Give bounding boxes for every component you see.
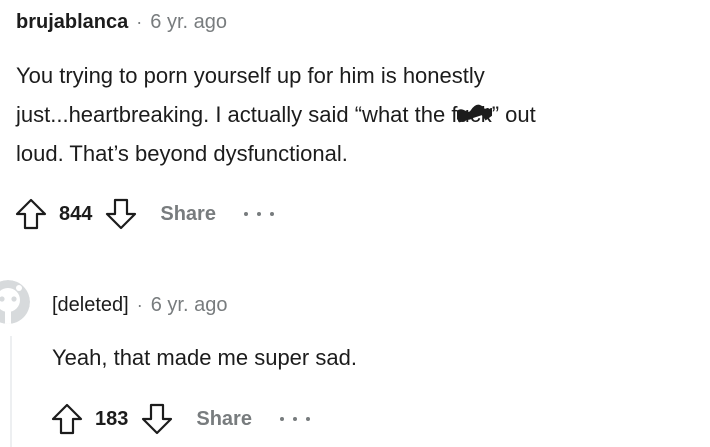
comment-action-bar: 844 Share [12,194,274,234]
comment-header: [deleted] · 6 yr. ago [52,291,227,319]
comment-action-bar: 183 Share [48,399,310,439]
more-options-icon [279,417,284,421]
more-options-button[interactable] [279,409,310,429]
redacted-word: uck [457,102,492,127]
downvote-button[interactable] [102,195,140,233]
share-button[interactable]: Share [160,203,216,226]
comment-thread: brujablanca · 6 yr. ago You trying to po… [0,0,710,447]
upvote-arrow-icon [51,403,83,435]
upvote-button[interactable] [48,400,86,438]
more-options-icon [292,417,297,421]
downvote-button[interactable] [138,400,176,438]
comment-body: Yeah, that made me super sad. [52,345,357,370]
comment-author: [deleted] [52,293,129,316]
more-options-icon [243,212,248,216]
comment-body: You trying to porn yourself up for him i… [16,56,696,173]
downvote-arrow-icon [142,403,173,435]
comment-line: loud. That’s beyond dysfunctional. [16,141,348,166]
vote-score: 183 [95,407,129,430]
comment-author[interactable]: brujablanca [16,11,128,34]
upvote-arrow-icon [15,198,47,230]
more-options-icon [269,212,274,216]
default-avatar-icon [0,280,30,324]
comment-line: You trying to porn yourself up for him i… [16,63,485,88]
more-options-icon [256,212,261,216]
meta-separator: · [136,294,143,315]
upvote-button[interactable] [12,195,50,233]
share-button[interactable]: Share [196,408,252,431]
comment-timestamp[interactable]: 6 yr. ago [150,11,227,34]
more-options-icon [305,417,310,421]
more-options-button[interactable] [243,204,274,224]
downvote-arrow-icon [106,198,137,230]
comment-text: ” out [491,102,536,127]
meta-separator: · [136,11,143,32]
avatar[interactable] [0,280,30,324]
comment-timestamp[interactable]: 6 yr. ago [151,294,228,317]
comment-text: just...heartbreaking. I actually said “w… [16,102,458,127]
vote-score: 844 [59,202,93,225]
redacted-text: uck [457,95,492,134]
comment-line: just...heartbreaking. I actually said “w… [16,95,696,134]
thread-collapse-line[interactable] [10,336,12,447]
comment-header: brujablanca · 6 yr. ago [16,8,227,36]
